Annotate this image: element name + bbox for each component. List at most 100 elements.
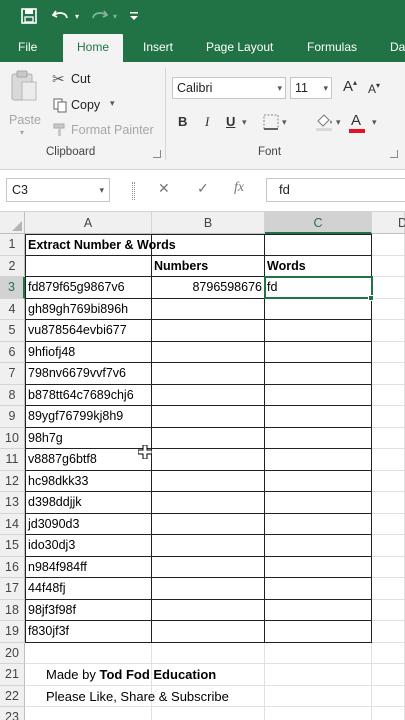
- cell-a16[interactable]: n984f984ff: [25, 556, 152, 578]
- cell-d15[interactable]: [372, 535, 405, 557]
- fill-color-dropdown-icon[interactable]: ▾: [336, 117, 341, 128]
- redo-dropdown-icon[interactable]: ▾: [110, 4, 120, 28]
- row-header[interactable]: 20: [0, 642, 25, 664]
- cut-button[interactable]: ✂ Cut: [50, 70, 110, 90]
- save-icon[interactable]: [18, 4, 40, 28]
- row-header[interactable]: 8: [0, 384, 25, 406]
- font-size-select[interactable]: 11 ▾: [290, 77, 332, 99]
- tab-file[interactable]: File: [18, 34, 37, 62]
- cell-a8[interactable]: b878tt64c7689chj6: [25, 384, 152, 406]
- cell-b20[interactable]: [152, 642, 265, 664]
- cell-d9[interactable]: [372, 406, 405, 428]
- row-header[interactable]: 13: [0, 492, 25, 514]
- cell-d4[interactable]: [372, 298, 405, 320]
- row-header[interactable]: 5: [0, 320, 25, 342]
- row-header[interactable]: 4: [0, 298, 25, 320]
- cell-c13[interactable]: [265, 492, 372, 514]
- cell-c12[interactable]: [265, 470, 372, 492]
- cell-d16[interactable]: [372, 556, 405, 578]
- cell-a11[interactable]: v8887g6btf8: [25, 449, 152, 471]
- cell-d22[interactable]: [372, 685, 405, 707]
- cell-c1[interactable]: [265, 234, 372, 256]
- cell-c2[interactable]: Words: [265, 255, 372, 277]
- cell-a10[interactable]: 98h7g: [25, 427, 152, 449]
- format-painter-button[interactable]: Format Painter: [50, 121, 160, 141]
- cell-b13[interactable]: [152, 492, 265, 514]
- column-header-c[interactable]: C: [265, 212, 372, 234]
- cell-c14[interactable]: [265, 513, 372, 535]
- cell-c4[interactable]: [265, 298, 372, 320]
- cell-c15[interactable]: [265, 535, 372, 557]
- column-header-b[interactable]: B: [152, 212, 265, 234]
- cell-d21[interactable]: [372, 664, 405, 686]
- cell-a6[interactable]: 9hfiofj48: [25, 341, 152, 363]
- cell-d14[interactable]: [372, 513, 405, 535]
- italic-button[interactable]: I: [205, 114, 209, 130]
- cell-a4[interactable]: gh89gh769bi896h: [25, 298, 152, 320]
- cell-d23[interactable]: [372, 707, 405, 720]
- undo-dropdown-icon[interactable]: ▾: [72, 4, 82, 28]
- fill-color-icon[interactable]: [314, 112, 334, 137]
- cell-a13[interactable]: d398ddjjk: [25, 492, 152, 514]
- cell-b2[interactable]: Numbers: [152, 255, 265, 277]
- cell-a7[interactable]: 798nv6679vvf7v6: [25, 363, 152, 385]
- cell-d20[interactable]: [372, 642, 405, 664]
- cell-d10[interactable]: [372, 427, 405, 449]
- cell-a19[interactable]: f830jf3f: [25, 621, 152, 643]
- select-all-button[interactable]: [0, 212, 25, 234]
- cell-b10[interactable]: [152, 427, 265, 449]
- cell-c18[interactable]: [265, 599, 372, 621]
- cell-b1[interactable]: [152, 234, 265, 256]
- cell-d19[interactable]: [372, 621, 405, 643]
- borders-dropdown-icon[interactable]: ▾: [282, 117, 287, 128]
- cell-b6[interactable]: [152, 341, 265, 363]
- cell-a12[interactable]: hc98dkk33: [25, 470, 152, 492]
- cell-d5[interactable]: [372, 320, 405, 342]
- redo-icon[interactable]: [88, 4, 110, 28]
- cell-d6[interactable]: [372, 341, 405, 363]
- cell-a18[interactable]: 98jf3f98f: [25, 599, 152, 621]
- row-header[interactable]: 11: [0, 449, 25, 471]
- column-header-d[interactable]: D: [372, 212, 405, 234]
- paste-button[interactable]: Paste ▾: [6, 68, 44, 137]
- cell-c7[interactable]: [265, 363, 372, 385]
- row-header[interactable]: 3: [0, 277, 25, 299]
- tab-insert[interactable]: Insert: [143, 34, 173, 62]
- cell-c9[interactable]: [265, 406, 372, 428]
- font-launcher-icon[interactable]: [390, 150, 398, 158]
- cell-a9[interactable]: 89ygf76799kj8h9: [25, 406, 152, 428]
- cell-c8[interactable]: [265, 384, 372, 406]
- cell-b5[interactable]: [152, 320, 265, 342]
- cell-a1[interactable]: Extract Number & Words: [25, 234, 176, 256]
- row-header[interactable]: 12: [0, 470, 25, 492]
- row-header[interactable]: 9: [0, 406, 25, 428]
- row-header[interactable]: 22: [0, 685, 25, 707]
- worksheet-grid[interactable]: A B C D 1 Extract Number & Words 2 Numbers W…: [0, 212, 405, 720]
- cell-d3[interactable]: [372, 277, 405, 299]
- cell-b7[interactable]: [152, 363, 265, 385]
- cell-c6[interactable]: [265, 341, 372, 363]
- cell-b11[interactable]: [152, 449, 265, 471]
- cell-d17[interactable]: [372, 578, 405, 600]
- cell-c16[interactable]: [265, 556, 372, 578]
- cell-c20[interactable]: [265, 642, 372, 664]
- cell-b3[interactable]: 8796598676: [152, 277, 265, 299]
- borders-icon[interactable]: [263, 114, 279, 135]
- cell-a20[interactable]: [25, 642, 152, 664]
- cell-d2[interactable]: [372, 255, 405, 277]
- underline-dropdown-icon[interactable]: ▾: [242, 117, 247, 128]
- cell-c19[interactable]: [265, 621, 372, 643]
- row-header[interactable]: 23: [0, 707, 25, 720]
- font-name-select[interactable]: Calibri ▾: [172, 77, 286, 99]
- enter-icon[interactable]: ✓: [197, 180, 209, 197]
- underline-button[interactable]: U: [226, 114, 235, 129]
- cell-b9[interactable]: [152, 406, 265, 428]
- row-header[interactable]: 21: [0, 664, 25, 686]
- undo-icon[interactable]: [50, 4, 72, 28]
- cell-d1[interactable]: [372, 234, 405, 256]
- cell-c21[interactable]: [265, 664, 372, 686]
- row-header[interactable]: 2: [0, 255, 25, 277]
- grow-font-icon[interactable]: A▴: [343, 78, 357, 95]
- formula-input[interactable]: fd: [266, 178, 405, 202]
- cell-b17[interactable]: [152, 578, 265, 600]
